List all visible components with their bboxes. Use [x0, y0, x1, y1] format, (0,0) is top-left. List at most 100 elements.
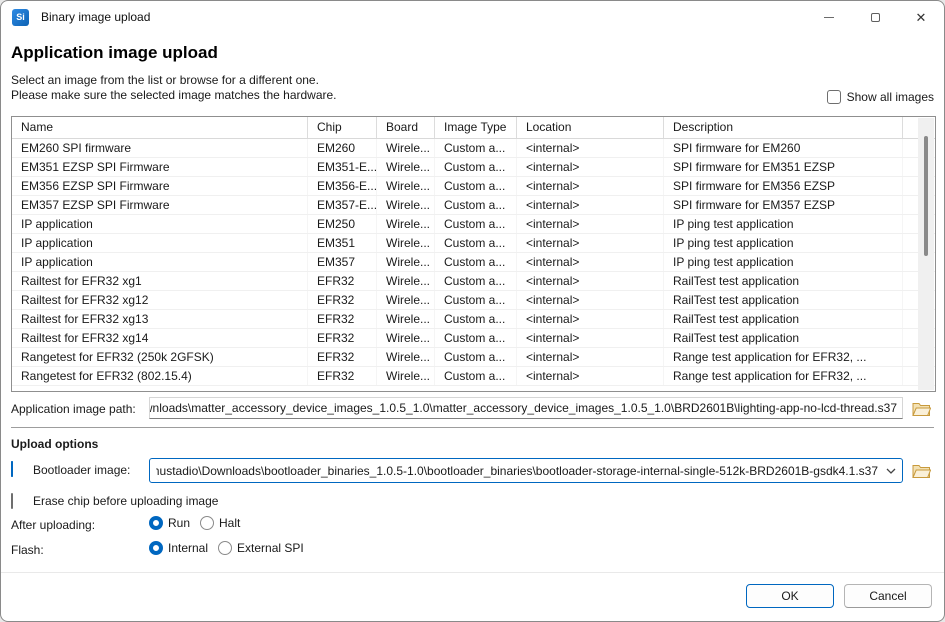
table-cell: <internal> — [517, 272, 664, 290]
table-cell: EFR32 — [308, 272, 377, 290]
table-cell: EM260 SPI firmware — [12, 139, 308, 157]
table-cell: Railtest for EFR32 xg14 — [12, 329, 308, 347]
table-cell: Wirele... — [377, 215, 435, 233]
minimize-icon — [824, 17, 834, 18]
table-cell: <internal> — [517, 177, 664, 195]
radio-icon — [218, 541, 232, 555]
table-row[interactable]: IP applicationEM250Wirele...Custom a...<… — [12, 215, 935, 234]
table-cell: RailTest test application — [664, 329, 903, 347]
radio-option-external-spi[interactable]: External SPI — [218, 541, 304, 555]
table-cell: IP application — [12, 234, 308, 252]
table-cell: EFR32 — [308, 367, 377, 385]
table-cell: EFR32 — [308, 291, 377, 309]
table-row[interactable]: Railtest for EFR32 xg13EFR32Wirele...Cus… — [12, 310, 935, 329]
radio-icon — [149, 541, 163, 555]
table-cell: Wirele... — [377, 253, 435, 271]
table-cell: SPI firmware for EM260 — [664, 139, 903, 157]
table-cell: Wirele... — [377, 196, 435, 214]
table-cell: Range test application for EFR32, ... — [664, 348, 903, 366]
table-cell: Custom a... — [435, 158, 517, 176]
table-cell: <internal> — [517, 158, 664, 176]
bootloader-image-combobox[interactable]: gmustadio\Downloads\bootloader_binaries_… — [149, 458, 903, 483]
table-cell: SPI firmware for EM356 EZSP — [664, 177, 903, 195]
table-cell: EM357-E... — [308, 196, 377, 214]
column-header[interactable]: Location — [517, 117, 664, 138]
table-body: EM260 SPI firmwareEM260Wirele...Custom a… — [12, 139, 935, 386]
vertical-scrollbar[interactable] — [918, 118, 934, 390]
table-cell: <internal> — [517, 348, 664, 366]
checkbox-icon — [827, 90, 841, 104]
table-cell: <internal> — [517, 196, 664, 214]
checkbox-icon — [11, 461, 13, 477]
table-cell: <internal> — [517, 234, 664, 252]
column-header[interactable]: Description — [664, 117, 903, 138]
table-cell: EFR32 — [308, 329, 377, 347]
table-cell: <internal> — [517, 215, 664, 233]
cancel-button[interactable]: Cancel — [844, 584, 932, 608]
table-cell: EM356 EZSP SPI Firmware — [12, 177, 308, 195]
table-header-row: NameChipBoardImage TypeLocationDescripti… — [12, 117, 935, 139]
table-cell: Custom a... — [435, 234, 517, 252]
table-row[interactable]: EM357 EZSP SPI FirmwareEM357-E...Wirele.… — [12, 196, 935, 215]
table-row[interactable]: EM351 EZSP SPI FirmwareEM351-E...Wirele.… — [12, 158, 935, 177]
table-cell: Rangetest for EFR32 (250k 2GFSK) — [12, 348, 308, 366]
table-row[interactable]: Rangetest for EFR32 (250k 2GFSK)EFR32Wir… — [12, 348, 935, 367]
bootloader-image-checkbox[interactable] — [11, 462, 13, 476]
table-cell: IP ping test application — [664, 215, 903, 233]
table-row[interactable]: Railtest for EFR32 xg1EFR32Wirele...Cust… — [12, 272, 935, 291]
minimize-button[interactable] — [806, 1, 852, 33]
radio-option-halt[interactable]: Halt — [200, 516, 240, 530]
table-cell: Wirele... — [377, 272, 435, 290]
table-row[interactable]: EM260 SPI firmwareEM260Wirele...Custom a… — [12, 139, 935, 158]
show-all-images-label: Show all images — [847, 90, 934, 104]
radio-label: Internal — [168, 541, 208, 555]
table-cell: EM357 EZSP SPI Firmware — [12, 196, 308, 214]
browse-application-image-button[interactable] — [907, 397, 935, 420]
application-image-path-input[interactable]: Downloads\matter_accessory_device_images… — [149, 397, 903, 419]
column-header[interactable]: Chip — [308, 117, 377, 138]
browse-bootloader-image-button[interactable] — [907, 459, 935, 482]
table-row[interactable]: IP applicationEM357Wirele...Custom a...<… — [12, 253, 935, 272]
table-cell: EM351-E... — [308, 158, 377, 176]
column-header[interactable]: Board — [377, 117, 435, 138]
ok-button[interactable]: OK — [746, 584, 834, 608]
table-row[interactable]: Railtest for EFR32 xg14EFR32Wirele...Cus… — [12, 329, 935, 348]
radio-option-internal[interactable]: Internal — [149, 541, 208, 555]
table-cell: Custom a... — [435, 139, 517, 157]
table-cell: Railtest for EFR32 xg13 — [12, 310, 308, 328]
table-cell: Custom a... — [435, 272, 517, 290]
close-icon: ✕ — [916, 11, 927, 24]
table-cell: Custom a... — [435, 253, 517, 271]
table-cell: IP application — [12, 253, 308, 271]
table-cell: Custom a... — [435, 367, 517, 385]
maximize-button[interactable] — [852, 1, 898, 33]
table-cell: Custom a... — [435, 196, 517, 214]
title-bar: Si Binary image upload ✕ — [1, 1, 944, 33]
erase-chip-checkbox[interactable] — [11, 494, 13, 508]
table-cell: EM351 — [308, 234, 377, 252]
radio-option-run[interactable]: Run — [149, 516, 190, 530]
table-row[interactable]: Rangetest for EFR32 (802.15.4)EFR32Wirel… — [12, 367, 935, 386]
table-cell: EM250 — [308, 215, 377, 233]
table-cell: SPI firmware for EM351 EZSP — [664, 158, 903, 176]
table-cell: Wirele... — [377, 158, 435, 176]
close-button[interactable]: ✕ — [898, 1, 944, 33]
table-cell: Wirele... — [377, 177, 435, 195]
after-uploading-label: After uploading: — [11, 518, 95, 532]
table-cell: Wirele... — [377, 348, 435, 366]
table-cell: RailTest test application — [664, 310, 903, 328]
table-cell: EFR32 — [308, 310, 377, 328]
table-cell: IP ping test application — [664, 234, 903, 252]
table-row[interactable]: IP applicationEM351Wirele...Custom a...<… — [12, 234, 935, 253]
subtitle-line2: Please make sure the selected image matc… — [11, 88, 337, 102]
table-cell: Wirele... — [377, 329, 435, 347]
table-row[interactable]: Railtest for EFR32 xg12EFR32Wirele...Cus… — [12, 291, 935, 310]
table-cell: EM357 — [308, 253, 377, 271]
column-header[interactable]: Image Type — [435, 117, 517, 138]
table-row[interactable]: EM356 EZSP SPI FirmwareEM356-E...Wirele.… — [12, 177, 935, 196]
scrollbar-thumb[interactable] — [924, 136, 928, 256]
show-all-images-checkbox[interactable]: Show all images — [827, 90, 934, 104]
table-cell: EM351 EZSP SPI Firmware — [12, 158, 308, 176]
column-header[interactable]: Name — [12, 117, 308, 138]
table-cell: Custom a... — [435, 291, 517, 309]
